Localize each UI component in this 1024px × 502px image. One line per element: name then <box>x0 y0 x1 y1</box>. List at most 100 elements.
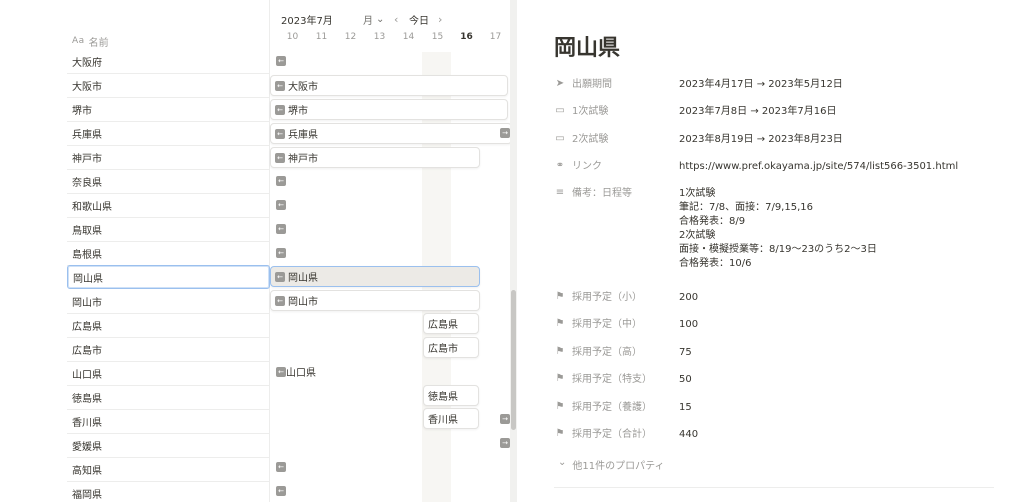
arrow-right-icon[interactable]: → <box>500 128 510 138</box>
table-row[interactable]: 大阪市 <box>67 74 270 98</box>
more-properties-label: 他11件のプロパティ <box>572 461 665 472</box>
property-label: 2次試験 <box>572 134 609 145</box>
timeline-bar[interactable]: ← 神戸市 <box>270 147 480 168</box>
property-label: 採用予定（合計） <box>572 429 652 440</box>
table-row[interactable]: 山口県 <box>67 362 270 386</box>
name-column-label: 名前 <box>88 37 109 49</box>
timeline-bar[interactable]: ← 堺市 <box>270 99 508 120</box>
name-column-header[interactable]: Aa 名前 <box>67 30 270 52</box>
scroll-to-item-icon[interactable]: ← <box>276 224 286 234</box>
table-row[interactable]: 福岡県 <box>67 482 270 502</box>
property-row[interactable]: ⚑ 採用予定（高） 75 <box>554 346 994 360</box>
property-value: 75 <box>679 347 692 358</box>
table-row-selected[interactable]: 岡山県 <box>67 265 270 289</box>
day-label-today: 16 <box>460 32 473 42</box>
day-label: 15 <box>431 32 444 42</box>
table-row[interactable]: 兵庫県 <box>67 122 270 146</box>
property-row[interactable]: ⚑ 採用予定（中） 100 <box>554 318 994 332</box>
scroll-to-item-icon[interactable]: ← <box>276 200 286 210</box>
timeline-bar-label: 山口県 <box>286 368 316 379</box>
timeline-bar-selected[interactable]: ← 岡山県 <box>270 266 480 287</box>
property-row[interactable]: ⚑ 採用予定（小） 200 <box>554 291 994 305</box>
timeline-bar-label: 岡山市 <box>288 297 318 308</box>
flag-icon: ⚑ <box>555 318 565 329</box>
arrow-left-icon: ← <box>275 80 285 91</box>
table-row[interactable]: 愛媛県 <box>67 434 270 458</box>
arrow-right-icon[interactable]: → <box>500 414 510 424</box>
arrow-right-icon[interactable]: → <box>500 438 510 448</box>
property-row[interactable]: ▭ 2次試験 2023年8月19日 → 2023年8月23日 <box>554 133 994 147</box>
scroll-to-item-icon[interactable]: ← <box>276 56 286 66</box>
arrow-left-icon: ← <box>275 128 285 139</box>
property-row[interactable]: ⚑ 採用予定（特支） 50 <box>554 373 994 387</box>
scroll-to-item-icon[interactable]: ← <box>276 367 286 377</box>
table-row[interactable]: 奈良県 <box>67 170 270 194</box>
table-row[interactable]: 高知県 <box>67 458 270 482</box>
property-row-notes[interactable]: ≡ 備考：日程等 1次試験 筆記：7/8、面接：7/9,15,16 合格発表：8/… <box>554 187 994 271</box>
table-row[interactable]: 堺市 <box>67 98 270 122</box>
day-label: 17 <box>489 32 502 42</box>
scrollbar-thumb[interactable] <box>511 290 516 430</box>
property-value: 440 <box>679 429 699 440</box>
timeline-bar[interactable]: 広島市 <box>423 337 479 358</box>
day-header: 10 11 12 13 14 15 16 17 <box>270 32 510 48</box>
flag-icon: ⚑ <box>555 346 565 357</box>
more-properties-toggle[interactable]: ⌄ 他11件のプロパティ <box>558 457 665 472</box>
day-label: 12 <box>344 32 357 42</box>
table-row[interactable]: 和歌山県 <box>67 194 270 218</box>
link-value[interactable]: https://www.pref.okayama.jp/site/574/lis… <box>679 160 958 174</box>
chevron-down-icon: ⌄ <box>558 457 567 468</box>
table-row[interactable]: 岡山市 <box>67 290 270 314</box>
property-label: 採用予定（中） <box>572 319 642 330</box>
timeline-bar[interactable]: 香川県 <box>423 408 479 429</box>
property-value: 15 <box>679 402 692 413</box>
previous-arrow-icon[interactable]: ‹ <box>394 13 398 26</box>
scroll-to-item-icon[interactable]: ← <box>276 486 286 496</box>
timeline-bar[interactable]: ← 兵庫県 <box>270 123 512 144</box>
property-row[interactable]: ⚑ 採用予定（合計） 440 <box>554 428 994 442</box>
property-row[interactable]: ▭ 1次試験 2023年7月8日 → 2023年7月16日 <box>554 105 994 119</box>
send-icon: ➤ <box>555 78 565 89</box>
table-row[interactable]: 神戸市 <box>67 146 270 170</box>
table-row[interactable]: 広島県 <box>67 314 270 338</box>
flag-icon: ⚑ <box>555 401 565 412</box>
property-value: 2023年4月17日 → 2023年5月12日 <box>679 79 843 90</box>
timeline-bar-label: 広島市 <box>428 344 458 355</box>
property-label: 出願期間 <box>572 79 612 90</box>
table-row[interactable]: 大阪府 <box>67 50 270 74</box>
property-row[interactable]: ⚑ 採用予定（養護） 15 <box>554 401 994 415</box>
scroll-to-item-icon[interactable]: ← <box>276 176 286 186</box>
arrow-left-icon: ← <box>275 271 285 282</box>
table-row[interactable]: 鳥取県 <box>67 218 270 242</box>
view-scale-select[interactable]: 月 ⌄ <box>363 12 384 27</box>
timeline-bar[interactable]: 徳島県 <box>423 385 479 406</box>
property-row[interactable]: ➤ 出願期間 2023年4月17日 → 2023年5月12日 <box>554 78 994 92</box>
property-label: 備考：日程等 <box>572 188 632 199</box>
text-property-icon: Aa <box>72 36 85 46</box>
timeline-bar[interactable]: ← 岡山市 <box>270 290 480 311</box>
arrow-left-icon: ← <box>275 152 285 163</box>
today-button[interactable]: 今日 <box>409 12 429 27</box>
property-label: 1次試験 <box>572 106 609 117</box>
timeline-scrollbar[interactable] <box>510 0 517 502</box>
timeline-bar[interactable]: ← 大阪市 <box>270 75 508 96</box>
link-icon: ⚭ <box>555 160 565 171</box>
property-value: 100 <box>679 319 699 330</box>
scroll-to-item-icon[interactable]: ← <box>276 462 286 472</box>
chevron-down-icon: ⌄ <box>376 13 385 25</box>
property-row[interactable]: ⚭ リンク https://www.pref.okayama.jp/site/57… <box>554 160 994 174</box>
page-title[interactable]: 岡山県 <box>554 30 620 62</box>
property-label: リンク <box>572 161 602 172</box>
left-margin <box>0 0 67 502</box>
scroll-to-item-icon[interactable]: ← <box>276 248 286 258</box>
table-row[interactable]: 香川県 <box>67 410 270 434</box>
timeline-bar[interactable]: 広島県 <box>423 313 479 334</box>
table-row[interactable]: 徳島県 <box>67 386 270 410</box>
table-row[interactable]: 島根県 <box>67 242 270 266</box>
flag-icon: ⚑ <box>555 373 565 384</box>
next-arrow-icon[interactable]: › <box>438 13 442 26</box>
table-row[interactable]: 広島市 <box>67 338 270 362</box>
current-month-label: 2023年7月 <box>281 15 333 27</box>
text-lines-icon: ≡ <box>555 187 565 198</box>
property-value: 50 <box>679 374 692 385</box>
